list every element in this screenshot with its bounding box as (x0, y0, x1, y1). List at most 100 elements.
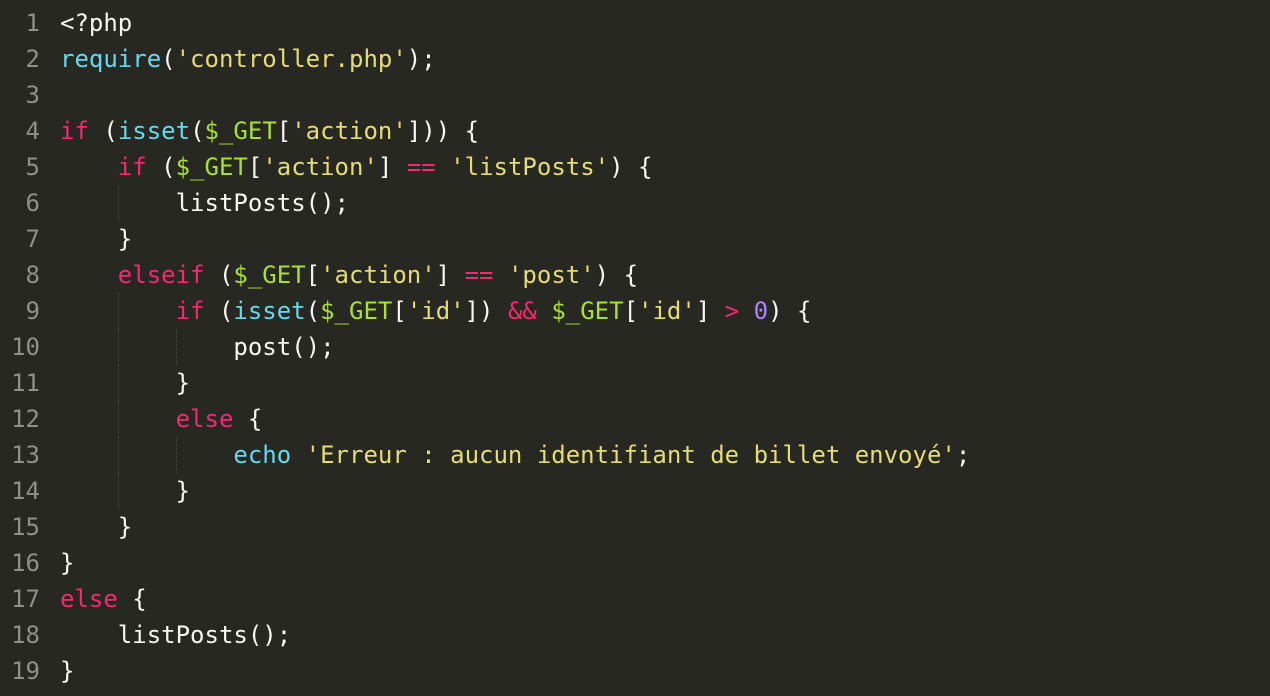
code-token: ( (146, 153, 176, 181)
code-token: elseif (117, 261, 205, 289)
code-token: [ (305, 261, 321, 289)
code-token: == (406, 153, 436, 181)
line-number: 2 (25, 45, 40, 73)
code-line[interactable]: if (isset($_GET['id']) && $_GET['id'] > … (60, 293, 1270, 329)
code-token: $_GET (551, 297, 624, 325)
code-token: $_GET (320, 297, 393, 325)
code-token: [ (623, 297, 639, 325)
code-line[interactable]: } (60, 545, 1270, 581)
code-token: 'post' (507, 261, 595, 289)
line-number: 9 (25, 297, 40, 325)
code-token: == (464, 261, 494, 289)
code-token: isset (233, 297, 306, 325)
code-token: $_GET (233, 261, 306, 289)
code-token: } (175, 369, 191, 397)
code-line[interactable]: listPosts(); (60, 185, 1270, 221)
indent-guide (117, 437, 119, 473)
code-line[interactable]: <?php (60, 5, 1270, 41)
code-token: ] (695, 297, 725, 325)
code-line[interactable]: if ($_GET['action'] == 'listPosts') { (60, 149, 1270, 185)
code-token: else (60, 585, 118, 613)
code-token: ( (88, 117, 118, 145)
code-line[interactable]: } (60, 653, 1270, 689)
code-line[interactable]: post(); (60, 329, 1270, 365)
code-line[interactable]: require('controller.php'); (60, 41, 1270, 77)
code-token: $_GET (204, 117, 277, 145)
code-token: 'listPosts' (450, 153, 610, 181)
code-token: ( (161, 45, 176, 73)
code-line[interactable]: } (60, 365, 1270, 401)
code-line[interactable] (60, 77, 1270, 113)
code-token: ]) (464, 297, 508, 325)
code-token: { (117, 585, 147, 613)
code-token: listPosts(); (175, 189, 349, 217)
code-token: { (233, 405, 263, 433)
code-line[interactable]: listPosts(); (60, 617, 1270, 653)
code-token: } (175, 477, 191, 505)
line-number: 13 (11, 441, 40, 469)
code-token: else (175, 405, 234, 433)
code-token: ( (204, 261, 234, 289)
line-number: 19 (11, 657, 40, 685)
code-token: ) { (768, 297, 812, 325)
code-token: 'Erreur : aucun identifiant de billet en… (305, 441, 956, 469)
line-number: 11 (11, 369, 40, 397)
code-line[interactable]: } (60, 509, 1270, 545)
line-number: 3 (25, 81, 40, 109)
line-number: 14 (11, 477, 40, 505)
code-token: ])) { (406, 117, 480, 145)
code-token: require (60, 45, 162, 73)
code-token: [ (392, 297, 407, 325)
code-token: && (507, 297, 537, 325)
code-token: } (117, 225, 133, 253)
indent-guide (117, 401, 119, 437)
code-token: [ (247, 153, 263, 181)
indent-guide (117, 473, 119, 509)
code-token: ) { (594, 261, 639, 289)
code-line[interactable]: else { (60, 581, 1270, 617)
code-line[interactable]: echo 'Erreur : aucun identifiant de bill… (60, 437, 1270, 473)
code-line[interactable]: } (60, 221, 1270, 257)
indent-guide (175, 329, 177, 365)
code-token: echo (233, 441, 292, 469)
code-token: 'controller.php' (175, 45, 407, 73)
code-line[interactable]: elseif ($_GET['action'] == 'post') { (60, 257, 1270, 293)
code-token: 'id' (406, 297, 465, 325)
line-number: 1 (25, 9, 40, 37)
line-number: 7 (25, 225, 40, 253)
code-line[interactable]: else { (60, 401, 1270, 437)
indent-guide (117, 185, 119, 221)
code-editor[interactable]: 1 2 3 4 5 6 7 8 9 10 11 12 13 14 15 16 17 18 19 <?php requi… (0, 0, 1270, 696)
code-token: ); (406, 45, 436, 73)
code-token: ) { (609, 153, 653, 181)
code-line[interactable]: if (isset($_GET['action'])) { (60, 113, 1270, 149)
code-token: <?php (60, 9, 133, 37)
line-number: 15 (11, 513, 40, 541)
code-token: 'id' (638, 297, 696, 325)
code-token: 'action' (262, 153, 378, 181)
line-number: 16 (11, 549, 40, 577)
code-token: ( (190, 117, 205, 145)
line-number: 17 (11, 585, 40, 613)
code-token: if (117, 153, 147, 181)
code-token: } (60, 549, 75, 577)
code-token: [ (276, 117, 292, 145)
code-area[interactable]: <?php require('controller.php'); if (isset… (60, 5, 1270, 689)
code-line[interactable]: } (60, 473, 1270, 509)
code-token: listPosts(); (117, 621, 292, 649)
line-number: 8 (25, 261, 40, 289)
line-number: 10 (11, 333, 40, 361)
code-token: if (60, 117, 89, 145)
code-token: ( (305, 297, 321, 325)
indent-guide (175, 437, 177, 473)
code-token: isset (117, 117, 191, 145)
